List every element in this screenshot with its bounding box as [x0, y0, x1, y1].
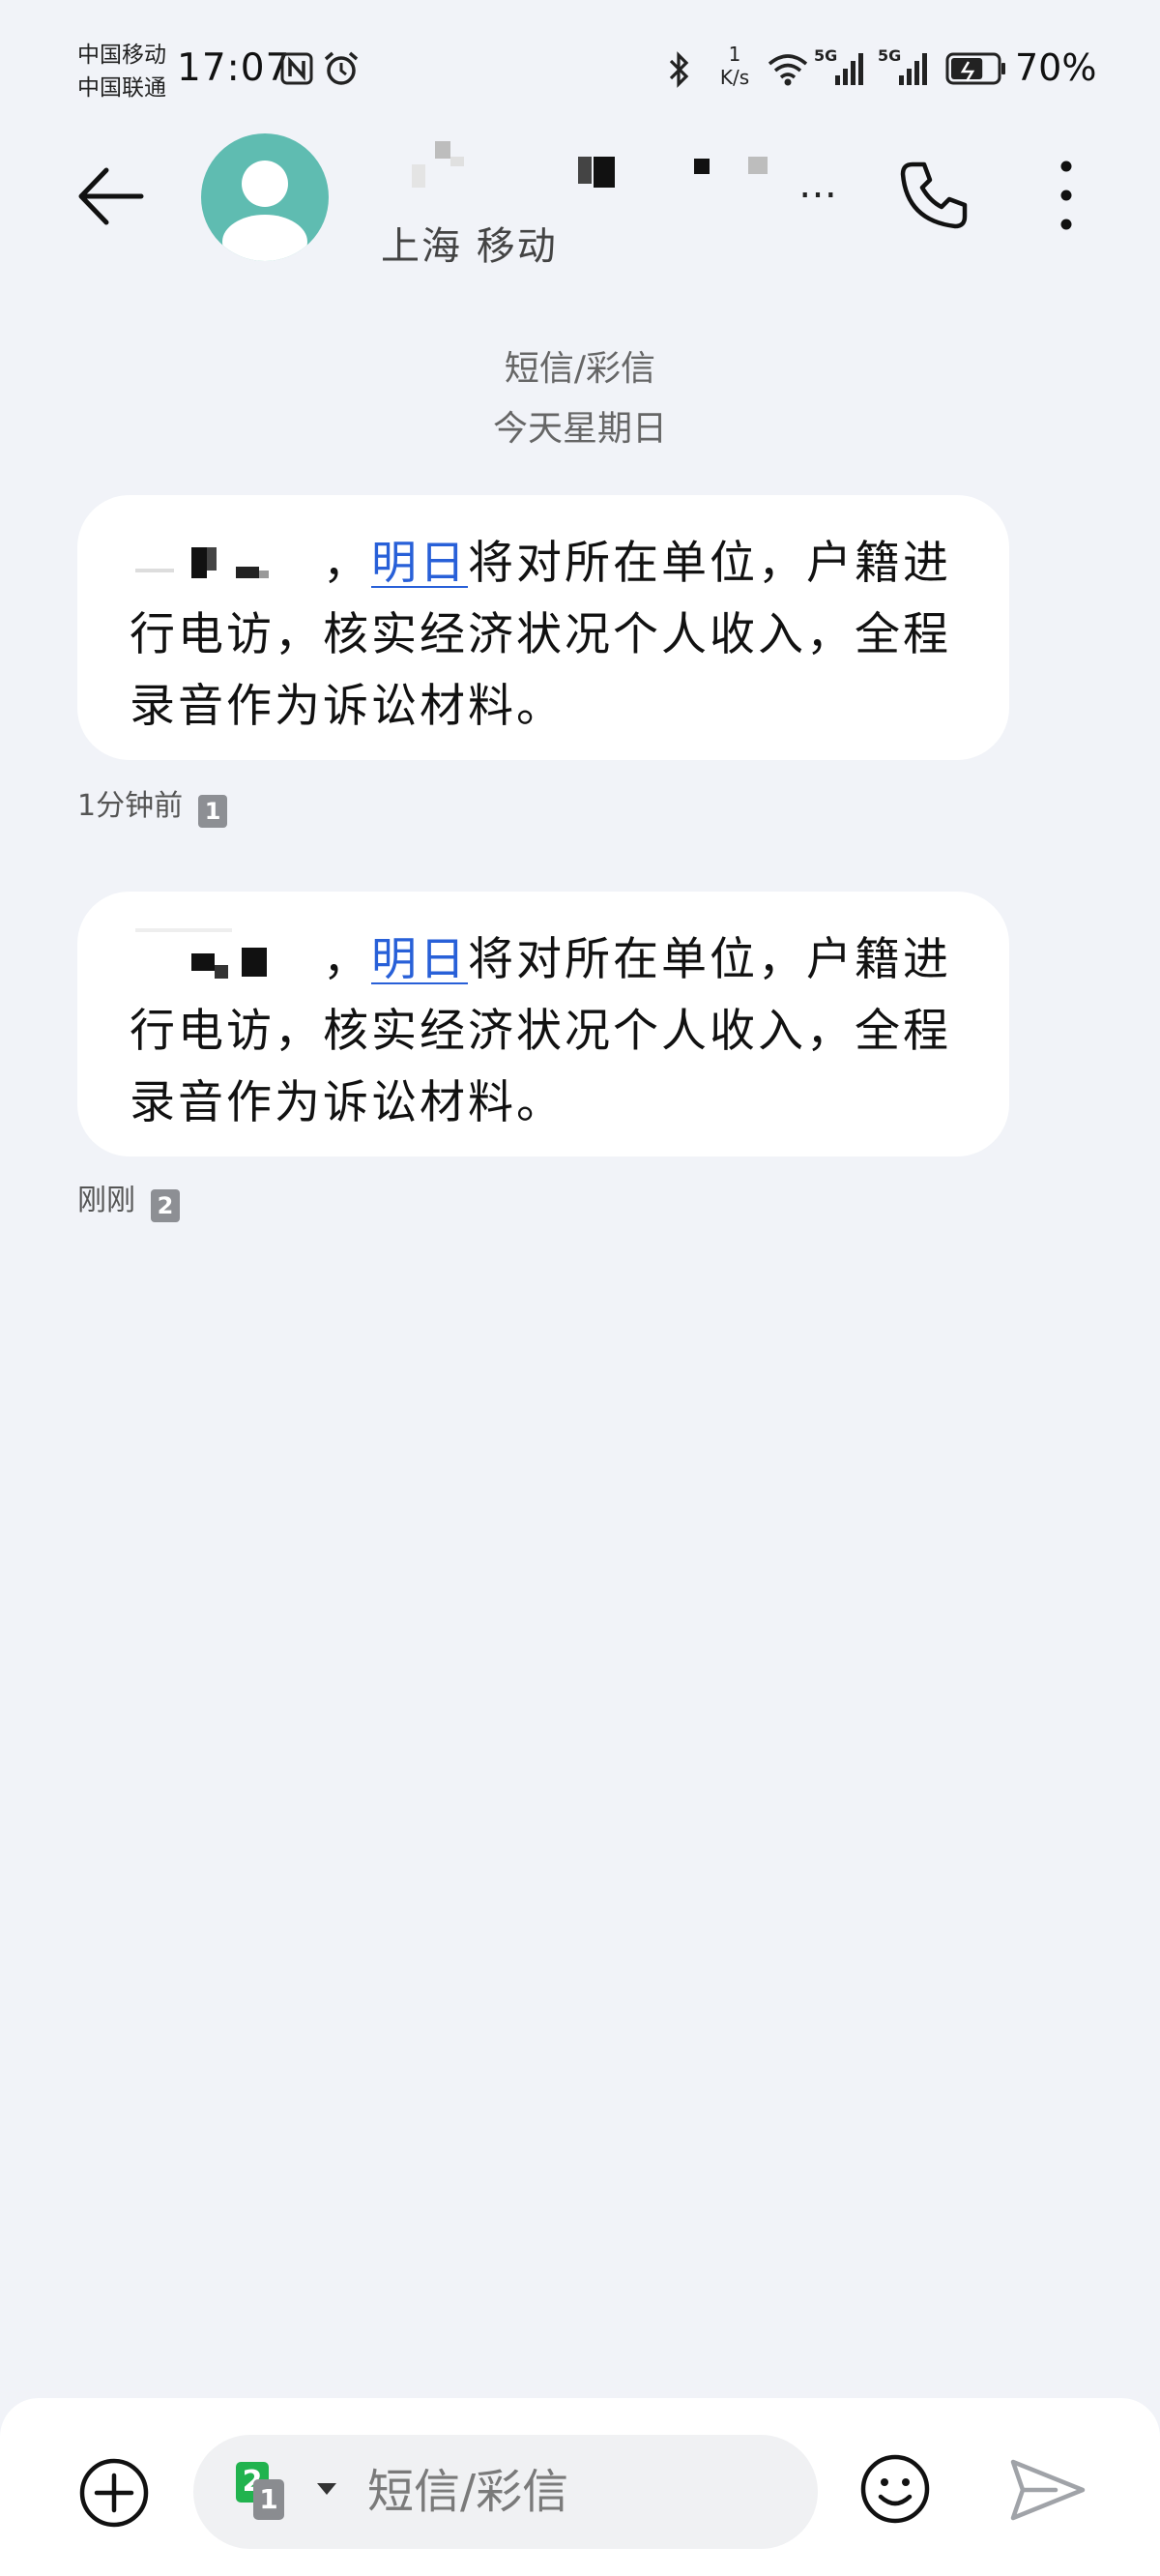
redacted-name — [130, 530, 323, 588]
sim-switch-button[interactable]: 2 1 — [236, 2462, 323, 2520]
sim-secondary-badge: 1 — [253, 2479, 284, 2520]
message-date-link[interactable]: 明日 — [371, 537, 468, 590]
phone-icon[interactable] — [897, 159, 971, 232]
message-composer: 2 1 — [0, 2398, 1160, 2576]
person-icon — [222, 161, 307, 261]
signal-bars-icon — [835, 53, 863, 85]
contact-name-redacted — [379, 135, 824, 203]
message-input[interactable] — [367, 2460, 793, 2524]
message-meta: 1分钟前 1 — [77, 781, 228, 828]
battery-fill — [951, 58, 983, 79]
messaging-screen: 中国移动 中国联通 17:07 1 K/s 5G 5G 70% … 上海 移动 … — [0, 0, 1160, 2576]
sim-badge: 2 — [151, 1189, 180, 1222]
alarm-icon — [324, 51, 359, 85]
network-speed-unit: K/s — [719, 66, 750, 89]
wifi-icon — [768, 54, 808, 86]
thread-date: 今天星期日 — [492, 409, 667, 449]
sim-badge: 1 — [198, 795, 228, 828]
message-bubble[interactable]: ，明日将对所在单位，户籍进行电访，核实经济状况个人收入，全程录音作为诉讼材料。 — [77, 495, 1009, 760]
signal-bars-icon — [899, 53, 927, 85]
bluetooth-icon — [669, 51, 689, 88]
message-type-label: 短信/彩信 — [504, 349, 656, 389]
message-meta: 刚刚 2 — [77, 1176, 180, 1222]
status-time: 17:07 — [177, 46, 291, 90]
network-speed-value: 1 — [728, 43, 741, 66]
message-input-container: 2 1 — [193, 2435, 818, 2549]
carrier-1: 中国移动 — [77, 43, 166, 68]
message-bubble[interactable]: ，明日将对所在单位，户籍进行电访，核实经济状况个人收入，全程录音作为诉讼材料。 — [77, 892, 1009, 1156]
message-time: 1分钟前 — [77, 789, 184, 823]
redacted-name — [130, 926, 323, 984]
message-text: ，明日将对所在单位，户籍进行电访，核实经济状况个人收入，全程录音作为诉讼材料。 — [130, 528, 961, 743]
battery-icon — [945, 52, 1005, 85]
message-separator: ， — [323, 537, 371, 590]
send-icon[interactable] — [1009, 2456, 1087, 2524]
network-speed: 1 K/s — [710, 43, 759, 89]
contact-location: 上海 移动 — [381, 224, 558, 269]
emoji-icon[interactable] — [858, 2452, 932, 2526]
message-separator: ， — [323, 933, 371, 986]
back-arrow-icon[interactable] — [77, 162, 145, 230]
contact-name-ellipsis: … — [798, 162, 837, 207]
nfc-icon — [280, 52, 313, 85]
message-time: 刚刚 — [77, 1184, 135, 1217]
message-date-link[interactable]: 明日 — [371, 933, 468, 986]
chevron-down-icon[interactable] — [315, 2481, 338, 2497]
battery-percent: 70% — [1015, 46, 1097, 89]
carrier-labels: 中国移动 中国联通 — [77, 39, 166, 104]
add-circle-icon[interactable] — [77, 2456, 151, 2530]
more-vertical-icon[interactable] — [1052, 157, 1081, 234]
status-bar: 中国移动 中国联通 17:07 1 K/s 5G 5G 70% — [0, 0, 1160, 135]
contact-avatar[interactable] — [201, 133, 329, 261]
carrier-2: 中国联通 — [77, 75, 166, 101]
message-text: ，明日将对所在单位，户籍进行电访，核实经济状况个人收入，全程录音作为诉讼材料。 — [130, 924, 961, 1139]
